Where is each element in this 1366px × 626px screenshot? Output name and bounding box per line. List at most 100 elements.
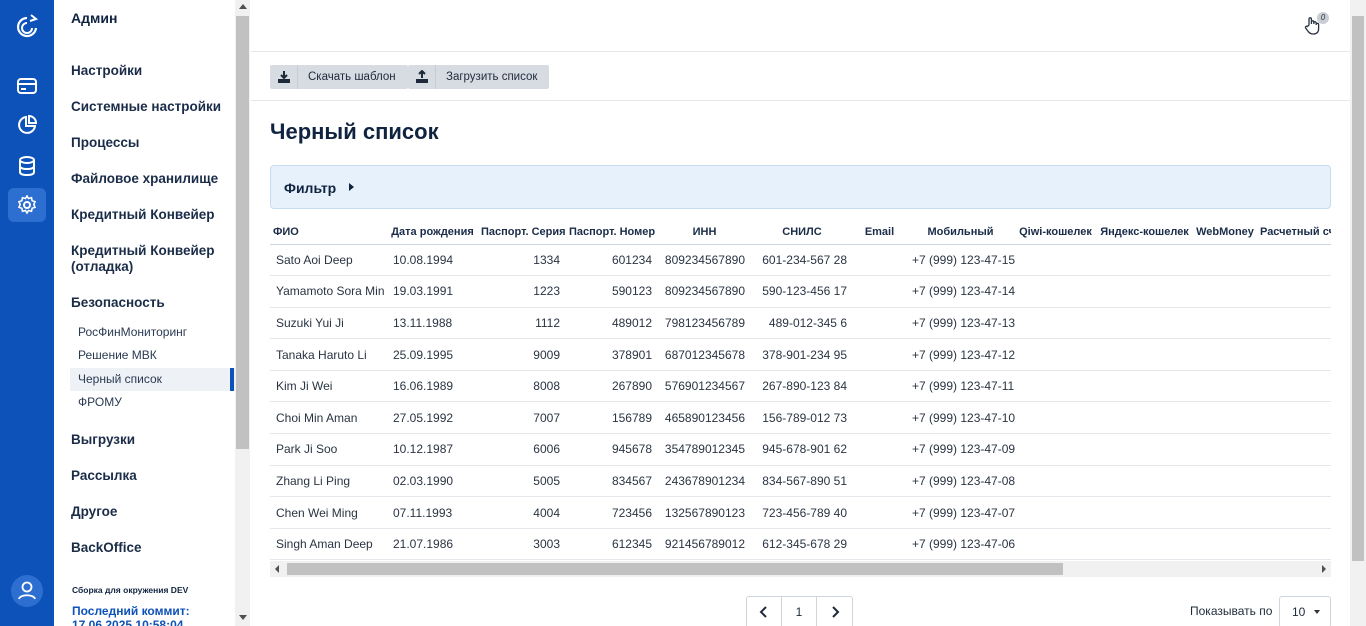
page-scrollbar[interactable]	[1350, 0, 1366, 626]
table-row[interactable]: Zhang Li Ping 02.03.1990 5005 834567 2436789…	[270, 465, 1331, 498]
menu-item-processes[interactable]: Процессы	[71, 135, 139, 151]
cell-mobile: +7 (999) 123-47-10	[906, 401, 1015, 435]
cell-passport-series: 1112	[478, 307, 566, 340]
table-row[interactable]: Suzuki Yui Ji 13.11.1988 1112 489012 7981234…	[270, 307, 1331, 340]
cell-passport-number: 489012	[566, 307, 658, 340]
col-header-snils[interactable]: СНИЛС	[751, 220, 853, 245]
active-indicator	[230, 368, 234, 391]
cell-qiwi	[1015, 370, 1096, 403]
table-row[interactable]: Park Ji Soo 10.12.1987 6006 945678 354789012…	[270, 433, 1331, 466]
scroll-left-arrow-icon[interactable]	[275, 565, 279, 573]
user-icon[interactable]	[8, 574, 46, 608]
card-icon[interactable]	[8, 69, 46, 103]
cell-webmoney	[1193, 528, 1257, 560]
filter-panel[interactable]: Фильтр	[270, 165, 1331, 209]
cell-yandex	[1096, 275, 1193, 308]
cell-mobile: +7 (999) 123-47-12	[906, 338, 1015, 371]
table-scroll-thumb[interactable]	[287, 563, 1063, 575]
table-body: Sato Aoi Deep 10.08.1994 1334 601234 8092345…	[270, 244, 1331, 560]
cell-snils: 834-567-890 51	[751, 465, 853, 498]
pie-chart-icon[interactable]	[8, 108, 46, 142]
cell-inn: 243678901234	[658, 465, 751, 498]
cell-birth-date: 10.12.1987	[387, 433, 478, 466]
col-header-mobile[interactable]: Мобильный	[906, 220, 1015, 245]
database-icon[interactable]	[8, 149, 46, 183]
col-header-birth-date[interactable]: Дата рождения	[387, 220, 478, 245]
commit-label: Последний коммит:	[72, 604, 190, 618]
cell-fio: Zhang Li Ping	[270, 465, 387, 498]
table-horizontal-scrollbar[interactable]	[270, 561, 1331, 577]
cell-passport-series: 4004	[478, 496, 566, 529]
sidebar-scroll-thumb[interactable]	[236, 16, 249, 449]
col-header-yandex[interactable]: Яндекс-кошелек	[1096, 220, 1193, 245]
menu-item-other[interactable]: Другое	[71, 504, 117, 520]
cell-webmoney	[1193, 338, 1257, 371]
sub-item-mvk-decision[interactable]: Решение МВК	[70, 344, 235, 367]
col-header-qiwi[interactable]: Qiwi-кошелек	[1015, 220, 1096, 245]
cell-passport-series: 1223	[478, 275, 566, 308]
menu-title: Админ	[71, 10, 118, 26]
cell-yandex	[1096, 244, 1193, 277]
cell-passport-number: 945678	[566, 433, 658, 466]
cell-account	[1257, 338, 1331, 371]
menu-item-file-storage[interactable]: Файловое хранилище	[71, 171, 218, 187]
table-row[interactable]: Yamamoto Sora Min 19.03.1991 1223 590123 809…	[270, 275, 1331, 308]
col-header-fio[interactable]: ФИО	[270, 220, 387, 245]
table-row[interactable]: Singh Aman Deep 21.07.1986 3003 612345 92145…	[270, 528, 1331, 560]
next-page-button[interactable]	[817, 597, 852, 626]
cell-fio: Tanaka Haruto Li	[270, 338, 387, 371]
scroll-up-arrow-icon[interactable]	[239, 4, 247, 9]
scroll-right-arrow-icon[interactable]	[1322, 565, 1326, 573]
sub-item-blacklist[interactable]: Черный список	[70, 368, 235, 391]
cell-passport-number: 612345	[566, 528, 658, 560]
menu-item-system-settings[interactable]: Системные настройки	[71, 99, 221, 115]
per-page-select[interactable]: 10	[1279, 596, 1331, 626]
cell-snils: 601-234-567 28	[751, 244, 853, 277]
upload-list-button[interactable]: Загрузить список	[408, 65, 550, 89]
table-row[interactable]: Tanaka Haruto Li 25.09.1995 9009 378901 6870…	[270, 338, 1331, 371]
col-header-webmoney[interactable]: WebMoney	[1193, 220, 1257, 245]
prev-page-button[interactable]	[747, 597, 782, 626]
chevron-right-icon	[831, 606, 839, 618]
cell-inn: 354789012345	[658, 433, 751, 466]
menu-item-exports[interactable]: Выгрузки	[71, 432, 135, 448]
col-header-inn[interactable]: ИНН	[658, 220, 751, 245]
table-row[interactable]: Chen Wei Ming 07.11.1993 4004 723456 1325678…	[270, 496, 1331, 529]
cell-email	[853, 307, 906, 340]
admin-menu: Админ Настройки Системные настройки Проц…	[54, 0, 235, 626]
menu-item-security[interactable]: Безопасность	[71, 295, 165, 311]
cell-inn: 132567890123	[658, 496, 751, 529]
col-header-passport-series[interactable]: Паспорт. Серия	[478, 220, 566, 245]
gear-icon[interactable]	[8, 188, 46, 222]
col-header-account[interactable]: Расчетный счет	[1257, 220, 1331, 245]
table-row[interactable]: Kim Ji Wei 16.06.1989 8008 267890 5769012345…	[270, 370, 1331, 403]
cell-passport-series: 7007	[478, 401, 566, 435]
menu-item-settings[interactable]: Настройки	[71, 63, 142, 79]
scroll-down-arrow-icon[interactable]	[239, 615, 247, 620]
menu-item-backoffice[interactable]: BackOffice	[71, 540, 142, 556]
cell-webmoney	[1193, 465, 1257, 498]
download-template-button[interactable]: Скачать шаблон	[270, 65, 408, 89]
cell-mobile: +7 (999) 123-47-11	[906, 370, 1015, 403]
blacklist-table-container: ФИО Дата рождения Паспорт. Серия Паспорт…	[270, 220, 1331, 560]
cell-passport-number: 723456	[566, 496, 658, 529]
menu-item-credit-conveyor[interactable]: Кредитный Конвейер	[71, 207, 215, 223]
cell-fio: Yamamoto Sora Min	[270, 275, 387, 308]
cell-email	[853, 433, 906, 466]
page-scroll-thumb[interactable]	[1352, 16, 1364, 561]
cell-fio: Suzuki Yui Ji	[270, 307, 387, 340]
page-number-button[interactable]: 1	[782, 597, 817, 626]
col-header-email[interactable]: Email	[853, 220, 906, 245]
menu-item-mailing[interactable]: Рассылка	[71, 468, 137, 484]
cell-webmoney	[1193, 244, 1257, 277]
sub-item-rosfinmonitoring[interactable]: РосФинМониторинг	[70, 321, 235, 344]
col-header-passport-number[interactable]: Паспорт. Номер	[566, 220, 658, 245]
sub-item-fromu[interactable]: ФРОМУ	[70, 391, 235, 414]
sidebar-scrollbar[interactable]	[235, 0, 250, 626]
table-row[interactable]: Sato Aoi Deep 10.08.1994 1334 601234 8092345…	[270, 244, 1331, 277]
logo-icon[interactable]	[8, 10, 46, 44]
table-row[interactable]: Choi Min Aman 27.05.1992 7007 156789 4658901…	[270, 401, 1331, 435]
cell-account	[1257, 433, 1331, 466]
cell-fio: Chen Wei Ming	[270, 496, 387, 529]
menu-item-credit-conveyor-debug[interactable]: Кредитный Конвейер (отладка)	[71, 243, 231, 275]
